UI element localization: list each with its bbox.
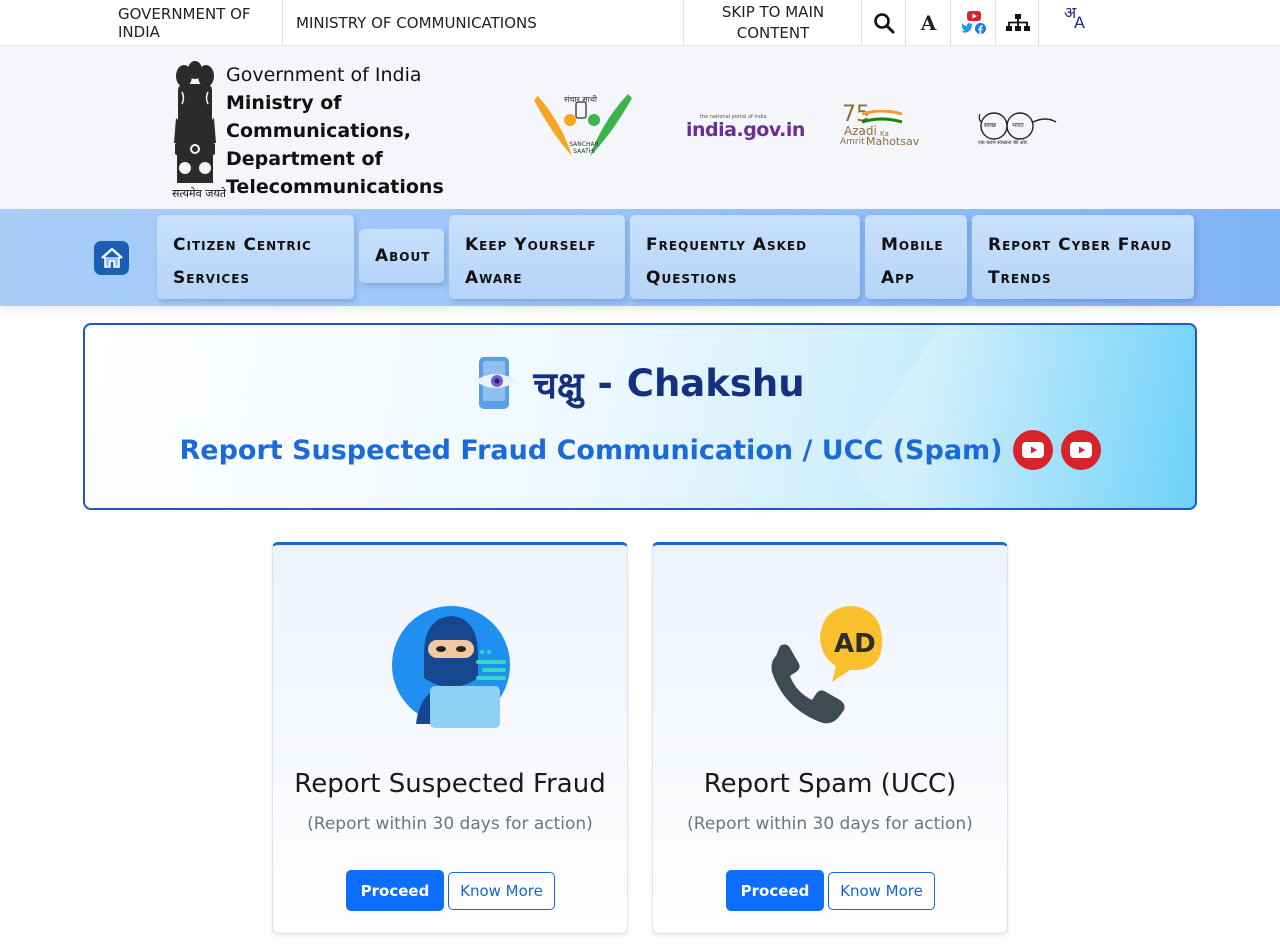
youtube-icon [1069, 442, 1092, 458]
amrit-text: Amrit [840, 137, 865, 147]
font-size-icon: A [920, 10, 937, 35]
card-title: Report Spam (UCC) [703, 769, 957, 799]
top-utility-bar: GOVERNMENT OF INDIA MINISTRY OF COMMUNIC… [0, 0, 1280, 46]
youtube-icon [1021, 442, 1044, 458]
know-more-button[interactable]: Know More [828, 872, 935, 910]
youtube-video-button-1[interactable] [1012, 430, 1053, 470]
main-navigation: Citizen Centric Services About Keep Your… [0, 209, 1280, 306]
home-button[interactable] [94, 241, 129, 275]
bharat-text: भारत [1012, 122, 1024, 129]
chakshu-eye-phone-icon [475, 357, 518, 409]
chakshu-banner: चक्षु - Chakshu Report Suspected Fraud C… [83, 323, 1197, 510]
nav-label-line2: App [881, 268, 915, 288]
nav-label-line2: Trends [988, 268, 1052, 288]
flag-stripes-icon [862, 110, 902, 124]
site-header: सत्यमेव जयते Government of India Ministr… [0, 46, 1280, 209]
card-subtitle: (Report within 30 days for action) [307, 814, 593, 834]
report-suspected-fraud-card: Report Suspected Fraud (Report within 30… [272, 542, 628, 934]
facebook-icon[interactable] [975, 23, 986, 34]
banner-subtitle: Report Suspected Fraud Communication / U… [179, 434, 1003, 466]
ministry-link[interactable]: MINISTRY OF COMMUNICATIONS [296, 0, 684, 45]
india-gov-logo[interactable]: the national portal of india india.gov.i… [686, 114, 805, 144]
nav-label-line1: About [375, 246, 431, 266]
nav-report-cyber-fraud-trends[interactable]: Report Cyber Fraud Trends [972, 215, 1194, 299]
nav-label-line1: Mobile [881, 235, 944, 255]
nav-mobile-app[interactable]: Mobile App [865, 215, 967, 299]
banner-title: चक्षु - Chakshu [85, 357, 1195, 409]
org-line-2: Communications, [226, 120, 411, 142]
youtube-icon[interactable] [966, 11, 981, 21]
report-spam-ucc-card: AD Report Spam (UCC) (Report within 30 d… [652, 542, 1008, 934]
emblem-caption: सत्यमेव जयते [172, 187, 227, 200]
national-emblem-icon[interactable] [170, 58, 220, 203]
youtube-video-button-2[interactable] [1060, 430, 1101, 470]
nav-label-line1: Citizen Centric [173, 235, 312, 255]
org-line-4: Telecommunications [226, 176, 444, 198]
know-more-button[interactable]: Know More [448, 872, 555, 910]
nav-about[interactable]: About [359, 229, 444, 283]
skip-to-main-content-link[interactable]: SKIP TO MAIN CONTENT [685, 0, 862, 45]
swachh-bharat-logo[interactable]: स्वच्छ भारत एक कदम स्वच्छता की ओर [978, 110, 1058, 150]
nav-keep-yourself-aware[interactable]: Keep Yourself Aware [449, 215, 625, 299]
banner-title-english: Chakshu [626, 361, 805, 405]
font-size-button[interactable]: A [907, 0, 951, 45]
search-icon [873, 12, 894, 33]
phone-ad-icon: AD [771, 606, 882, 724]
search-button[interactable] [862, 0, 906, 45]
banner-title-hindi: चक्षु [533, 363, 584, 407]
sanchar-saathi-label: SANCHAR SAATHI [569, 141, 599, 155]
sitemap-button[interactable] [997, 0, 1039, 45]
hacker-icon [392, 606, 510, 728]
skip-label: SKIP TO MAIN CONTENT [721, 2, 825, 42]
sitemap-icon [1005, 13, 1030, 31]
nav-label-line1: Report Cyber Fraud [988, 235, 1173, 255]
nav-label-line1: Frequently Asked [646, 235, 808, 255]
language-switch-button[interactable]: अ A [1040, 0, 1104, 45]
swachh-tagline: एक कदम स्वच्छता की ओर [978, 140, 1027, 146]
ministry-label: MINISTRY OF COMMUNICATIONS [296, 13, 537, 32]
government-of-india-link[interactable]: GOVERNMENT OF INDIA [118, 0, 283, 45]
azadi-ka-amrit-mahotsav-logo[interactable]: 75 Azadi Ka Amrit Mahotsav [840, 102, 920, 150]
org-government-of-india: Government of India [226, 64, 422, 86]
india-gov-label: india.gov.in [686, 119, 805, 141]
nav-label-line2: Aware [465, 268, 523, 288]
twitter-icon[interactable] [961, 23, 973, 33]
sanchar-saathi-hindi: संचार साथी [564, 95, 598, 104]
nav-frequently-asked-questions[interactable]: Frequently Asked Questions [630, 215, 860, 299]
card-title: Report Suspected Fraud [294, 769, 606, 799]
mahotsav-text: Mahotsav [866, 135, 920, 148]
proceed-button[interactable]: Proceed [726, 870, 824, 911]
org-line-3: Department of [226, 148, 383, 170]
swachh-text: स्वच्छ [984, 122, 997, 129]
nav-citizen-centric-services[interactable]: Citizen Centric Services [157, 215, 354, 299]
home-icon [100, 247, 123, 268]
org-line-1: Ministry of [226, 92, 342, 114]
nav-label-line2: Services [173, 268, 251, 288]
banner-subtitle-row: Report Suspected Fraud Communication / U… [85, 430, 1195, 470]
sanchar-saathi-logo[interactable]: संचार साथी SANCHAR SAATHI [532, 94, 634, 160]
government-label: GOVERNMENT OF INDIA [118, 4, 251, 41]
nav-label-line2: Questions [646, 268, 738, 288]
language-icon-english: A [1074, 13, 1085, 32]
nav-label-line1: Keep Yourself [465, 235, 597, 255]
social-media-links [952, 0, 996, 45]
proceed-button[interactable]: Proceed [346, 870, 444, 911]
banner-decoration [840, 325, 1195, 508]
card-subtitle: (Report within 30 days for action) [687, 814, 973, 834]
svg-text:AD: AD [834, 629, 876, 659]
banner-title-separator: - [597, 361, 613, 405]
